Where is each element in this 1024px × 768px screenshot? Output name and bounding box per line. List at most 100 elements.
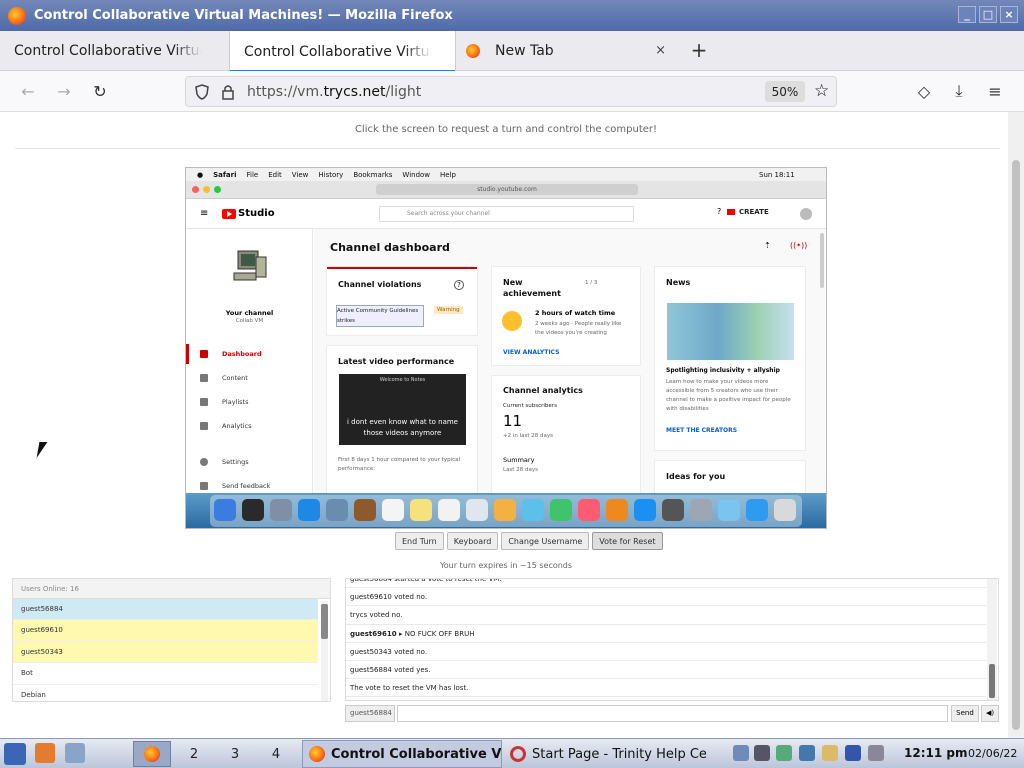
magnifier-icon[interactable] — [733, 745, 749, 761]
turn-timer: Your turn expires in ~15 seconds — [439, 561, 573, 570]
dock-app-icon — [578, 499, 600, 521]
achievement-title: New achievement — [503, 278, 561, 298]
page-scrollbar[interactable] — [1008, 112, 1024, 738]
menu-edit: Edit — [268, 170, 282, 179]
video-thumbnail: Welcome to Notes i dont even know what t… — [339, 374, 466, 445]
chat-username: guest56884 — [345, 705, 395, 722]
chat-scroll-thumb[interactable] — [989, 664, 995, 698]
subs-count: 11 — [503, 412, 523, 430]
home-folder-icon[interactable] — [35, 743, 55, 763]
tab-2[interactable]: Control Collaborative Virtual Machines! — [229, 31, 456, 72]
workspace-4[interactable]: 4 — [257, 741, 295, 767]
workspace-3[interactable]: 3 — [216, 741, 254, 767]
minimize-dot-icon — [203, 186, 210, 193]
volume-icon[interactable] — [754, 745, 770, 761]
users-online-panel[interactable]: Users Online: 16 guest56884 guest69610 gue… — [12, 578, 331, 702]
help-circle-icon: ? — [454, 280, 464, 290]
maximize-button[interactable]: □ — [979, 6, 997, 23]
tab-1-label: Control Collaborative Virtual Machines! — [14, 43, 202, 59]
shield-icon[interactable] — [195, 84, 209, 100]
user-row[interactable]: guest50343 — [13, 641, 318, 664]
video-top-text: Welcome to Notes — [379, 377, 426, 383]
change-username-button[interactable]: Change Username — [501, 532, 590, 550]
achievement-pager: 1 / 3 — [585, 280, 598, 286]
achievement-card: New achievement 1 / 3 2 hours of watch t… — [492, 267, 640, 365]
user-row[interactable]: guest56884 — [13, 599, 318, 621]
minimize-button[interactable]: _ — [958, 6, 976, 23]
zoom-indicator[interactable]: 50% — [765, 81, 805, 102]
start-menu-icon[interactable] — [4, 743, 26, 765]
clipboard-icon[interactable] — [776, 745, 792, 761]
window-list-icon[interactable] — [845, 745, 861, 761]
menu-file: File — [246, 170, 259, 179]
network-icon[interactable] — [65, 743, 85, 763]
tools-icon[interactable] — [868, 745, 884, 761]
task-help[interactable]: Start Page - Trinity Help Center — [506, 740, 706, 768]
new-tab-button[interactable]: + — [688, 38, 710, 62]
user-row[interactable]: guest69610 — [13, 620, 318, 642]
your-channel-label: Your channel — [225, 309, 274, 317]
divider — [15, 148, 1000, 149]
dock-app-icon — [522, 499, 544, 521]
reload-button[interactable]: ↻ — [89, 80, 111, 102]
user-row[interactable]: Debian — [13, 685, 318, 701]
url-text[interactable]: https://vm.trycs.net/light — [247, 84, 421, 100]
chat-message-text: guest56884 voted yes. — [350, 665, 431, 674]
mouse-cursor — [36, 442, 48, 458]
dock-app-icon — [550, 499, 572, 521]
tab-bar: Control Collaborative Virtual Machines! … — [0, 31, 1024, 72]
subs-delta: +2 in last 28 days — [503, 433, 554, 439]
task-firefox[interactable]: Control Collaborative Virtual Machines! — [302, 740, 502, 768]
display-icon[interactable] — [799, 745, 815, 761]
downloads-icon[interactable]: ⤓ — [948, 80, 970, 102]
back-button[interactable]: ← — [17, 80, 39, 102]
dock-app-icon — [242, 499, 264, 521]
page-scroll-thumb[interactable] — [1012, 160, 1020, 730]
users-scrollbar[interactable] — [321, 601, 328, 701]
chat-message-text: The vote to reset the VM has lost. — [350, 684, 469, 693]
end-turn-button[interactable]: End Turn — [395, 532, 444, 550]
nav-dashboard: Dashboard — [186, 344, 313, 364]
pocket-icon[interactable]: ◇ — [913, 80, 935, 102]
workspace-2[interactable]: 2 — [175, 741, 213, 767]
bookmark-star-icon[interactable]: ☆ — [814, 81, 829, 101]
nav-analytics: Analytics — [186, 416, 313, 436]
sound-toggle-button[interactable]: ◀) — [981, 705, 999, 722]
vote-reset-button[interactable]: Vote for Reset — [592, 532, 663, 550]
yt-search: Search across your channel — [379, 206, 634, 222]
sunglasses-emoji-icon — [502, 311, 522, 331]
tab-3[interactable]: New Tab × — [456, 31, 678, 71]
dock-app-icon — [298, 499, 320, 521]
gear-icon — [200, 458, 208, 466]
users-scroll-thumb[interactable] — [321, 604, 328, 639]
vm-scroll-thumb — [820, 233, 824, 288]
taskbar: 2 3 4 Control Collaborative Virtual Mach… — [0, 738, 1024, 768]
chat-message-text: trycs voted no. — [350, 611, 403, 620]
forward-button[interactable]: → — [53, 80, 75, 102]
workspace-1[interactable] — [133, 741, 171, 767]
chat-panel[interactable]: guest56884 started a vote to reset the V… — [345, 578, 999, 701]
close-window-button[interactable]: × — [1000, 6, 1018, 23]
news-title: News — [666, 278, 691, 287]
url-prefix: https://vm. — [247, 83, 324, 100]
user-row[interactable]: Bot — [13, 663, 318, 685]
vm-screen[interactable]: ● Safari File Edit View History Bookmark… — [185, 167, 827, 529]
menu-icon[interactable]: ≡ — [984, 80, 1006, 102]
url-bar[interactable]: https://vm.trycs.net/light 50% ☆ — [185, 76, 837, 107]
subs-label: Current subscribers — [503, 403, 557, 409]
chat-scrollbar[interactable] — [987, 579, 997, 700]
mac-menubar: ● Safari File Edit View History Bookmark… — [186, 168, 826, 181]
keyboard-button[interactable]: Keyboard — [446, 532, 499, 550]
send-button[interactable]: Send — [951, 705, 979, 722]
taskbar-date[interactable]: 02/06/22 — [968, 747, 1017, 760]
users-header: Users Online: 16 — [13, 579, 330, 599]
feedback-icon — [200, 482, 208, 490]
taskbar-clock[interactable]: 12:11 pm — [904, 746, 967, 760]
tab-1[interactable]: Control Collaborative Virtual Machines! — [0, 31, 229, 71]
close-tab-icon[interactable]: × — [655, 43, 666, 58]
chat-input[interactable] — [397, 705, 948, 722]
nav-content-label: Content — [222, 374, 248, 382]
keyboard-layout-icon[interactable] — [822, 745, 838, 761]
window-titlebar: Control Collaborative Virtual Machines! … — [0, 0, 1024, 31]
lock-icon[interactable] — [222, 84, 234, 100]
